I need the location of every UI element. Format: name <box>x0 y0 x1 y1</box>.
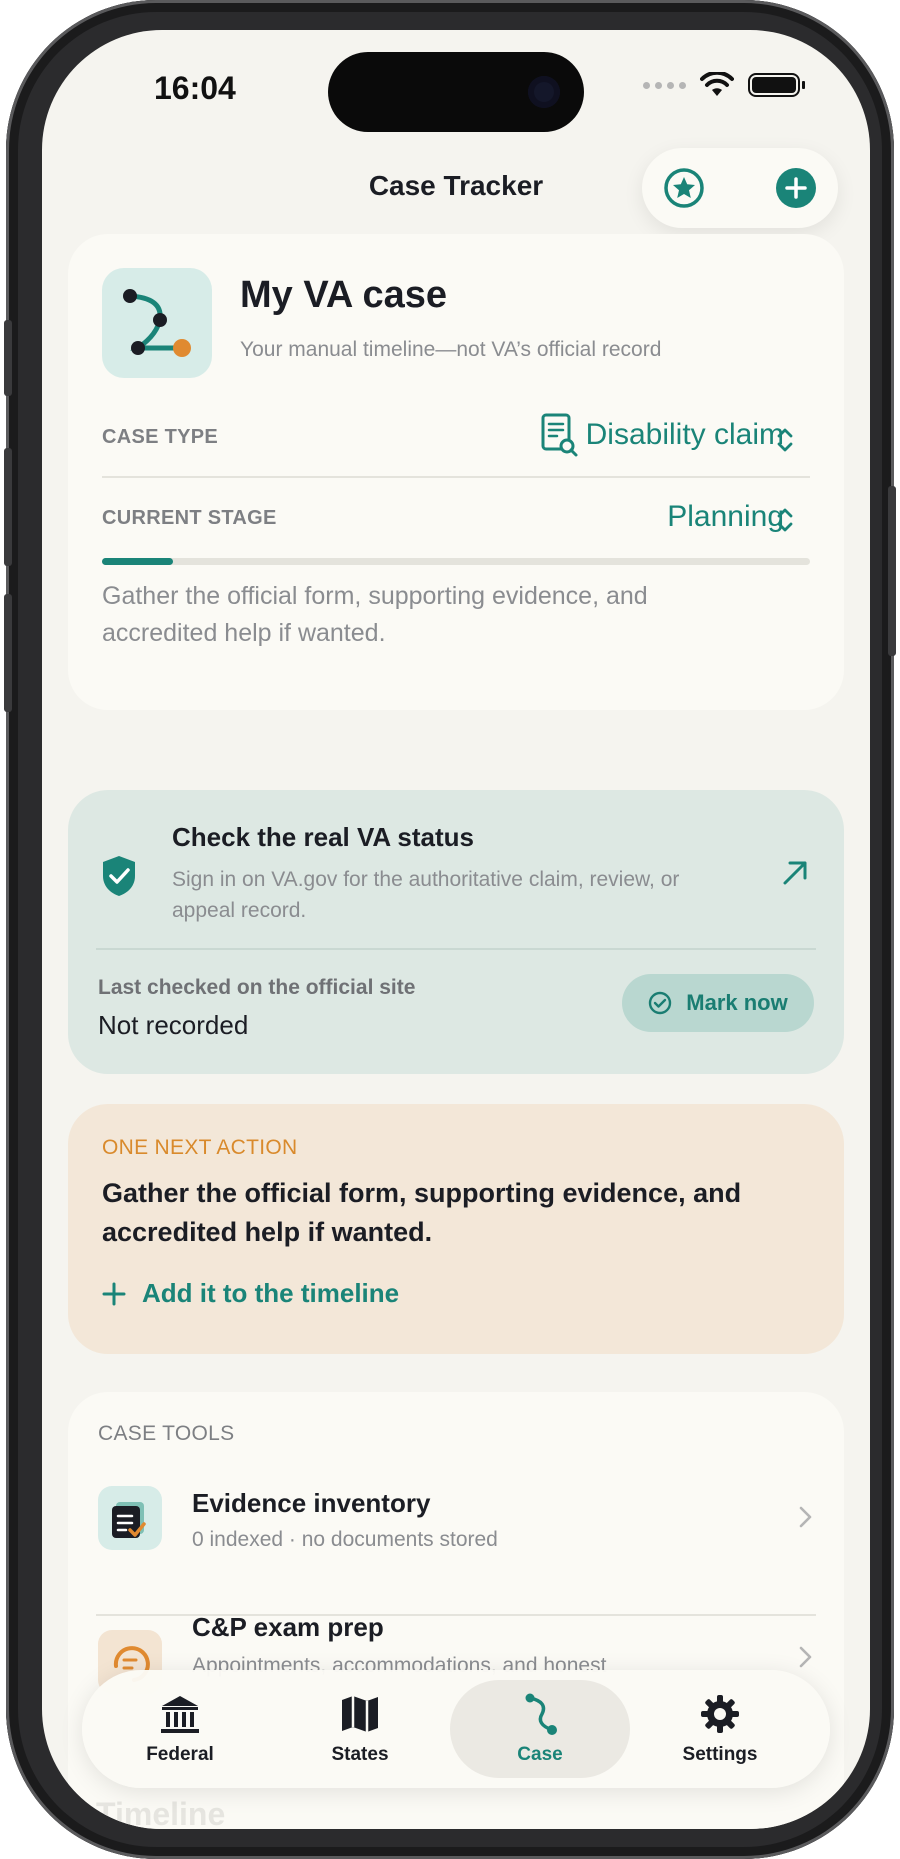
volume-down-button <box>4 594 12 712</box>
tool-title: Evidence inventory <box>192 1488 431 1518</box>
status-time: 16:04 <box>154 70 236 106</box>
last-checked-value: Not recorded <box>98 1010 249 1040</box>
divider <box>96 948 816 950</box>
map-icon <box>342 1696 378 1732</box>
add-to-timeline-label: Add it to the timeline <box>142 1278 400 1308</box>
case-title: My VA case <box>240 274 447 316</box>
current-stage-value: Planning <box>667 500 784 533</box>
timeline-heading: Timeline <box>96 1796 226 1829</box>
status-icons <box>643 72 805 98</box>
shield-check-icon <box>103 856 135 896</box>
chevron-right-icon <box>799 1506 812 1528</box>
document-search-icon <box>541 413 578 457</box>
power-button <box>888 486 896 656</box>
case-tools-label: CASE TOOLS <box>98 1422 235 1445</box>
status-title: Check the real VA status <box>172 822 474 852</box>
header-actions <box>642 148 838 228</box>
case-card: My VA case Your manual timeline—not VA’s… <box>68 234 844 710</box>
case-type-label: CASE TYPE <box>102 426 219 448</box>
last-checked-label: Last checked on the official site <box>98 976 416 999</box>
tab-label: States <box>331 1744 389 1765</box>
stage-progress-bar <box>102 558 810 565</box>
next-action-text: Gather the official form, supporting evi… <box>102 1178 742 1247</box>
volume-up-button <box>4 448 12 566</box>
case-path-icon <box>102 268 212 378</box>
current-stage-label: CURRENT STAGE <box>102 507 277 529</box>
case-type-picker[interactable]: Disability claim <box>540 412 784 458</box>
signal-icon <box>643 81 686 89</box>
mark-now-label: Mark now <box>686 990 788 1015</box>
add-to-timeline-link[interactable]: Add it to the timeline <box>102 1278 399 1309</box>
camera-lens <box>528 76 560 108</box>
current-stage-picker[interactable]: Planning <box>667 500 784 534</box>
star-circle-icon[interactable] <box>662 166 706 210</box>
chevron-up-down-icon <box>777 508 793 532</box>
stage-progress-fill <box>102 558 173 565</box>
plus-icon <box>102 1282 126 1305</box>
external-link-icon[interactable] <box>780 858 810 888</box>
path-icon <box>525 1693 557 1735</box>
tool-subtitle: 0 indexed · no documents stored <box>192 1528 498 1551</box>
chevron-up-down-icon <box>777 428 793 452</box>
va-status-card[interactable]: Check the real VA status Sign in on VA.g… <box>68 790 844 1074</box>
tab-label: Settings <box>682 1744 758 1765</box>
case-subtitle: Your manual timeline—not VA’s official r… <box>240 338 662 361</box>
screen: 16:04 Case Tracker My VA case Your manua… <box>42 30 870 1829</box>
building-columns-icon <box>161 1696 199 1733</box>
case-type-value: Disability claim <box>585 418 784 451</box>
battery-icon <box>748 73 805 97</box>
next-action-card: ONE NEXT ACTION Gather the official form… <box>68 1104 844 1354</box>
tool-title: C&P exam prep <box>192 1612 384 1642</box>
tab-states[interactable]: States <box>270 1680 450 1778</box>
phone-frame: 16:04 Case Tracker My VA case Your manua… <box>4 0 896 1859</box>
action-button <box>4 320 12 396</box>
tab-settings[interactable]: Settings <box>630 1680 810 1778</box>
check-circle-icon <box>649 991 672 1015</box>
evidence-doc-icon <box>98 1486 162 1550</box>
tab-case[interactable]: Case <box>450 1680 630 1778</box>
tab-bar: Federal States Case Settings <box>82 1670 830 1788</box>
divider <box>102 476 810 478</box>
status-description: Sign in on VA.gov for the authoritative … <box>172 868 680 922</box>
wifi-icon <box>700 72 734 96</box>
tab-federal[interactable]: Federal <box>90 1680 270 1778</box>
tab-label: Federal <box>146 1744 214 1765</box>
stage-description: Gather the official form, supporting evi… <box>102 582 648 647</box>
tab-label: Case <box>517 1744 563 1765</box>
mark-now-button[interactable]: Mark now <box>622 974 814 1032</box>
plus-circle-icon[interactable] <box>774 166 818 210</box>
gear-icon <box>701 1695 739 1733</box>
chevron-right-icon <box>799 1646 812 1668</box>
next-action-label: ONE NEXT ACTION <box>102 1136 298 1159</box>
dynamic-island <box>328 52 584 132</box>
